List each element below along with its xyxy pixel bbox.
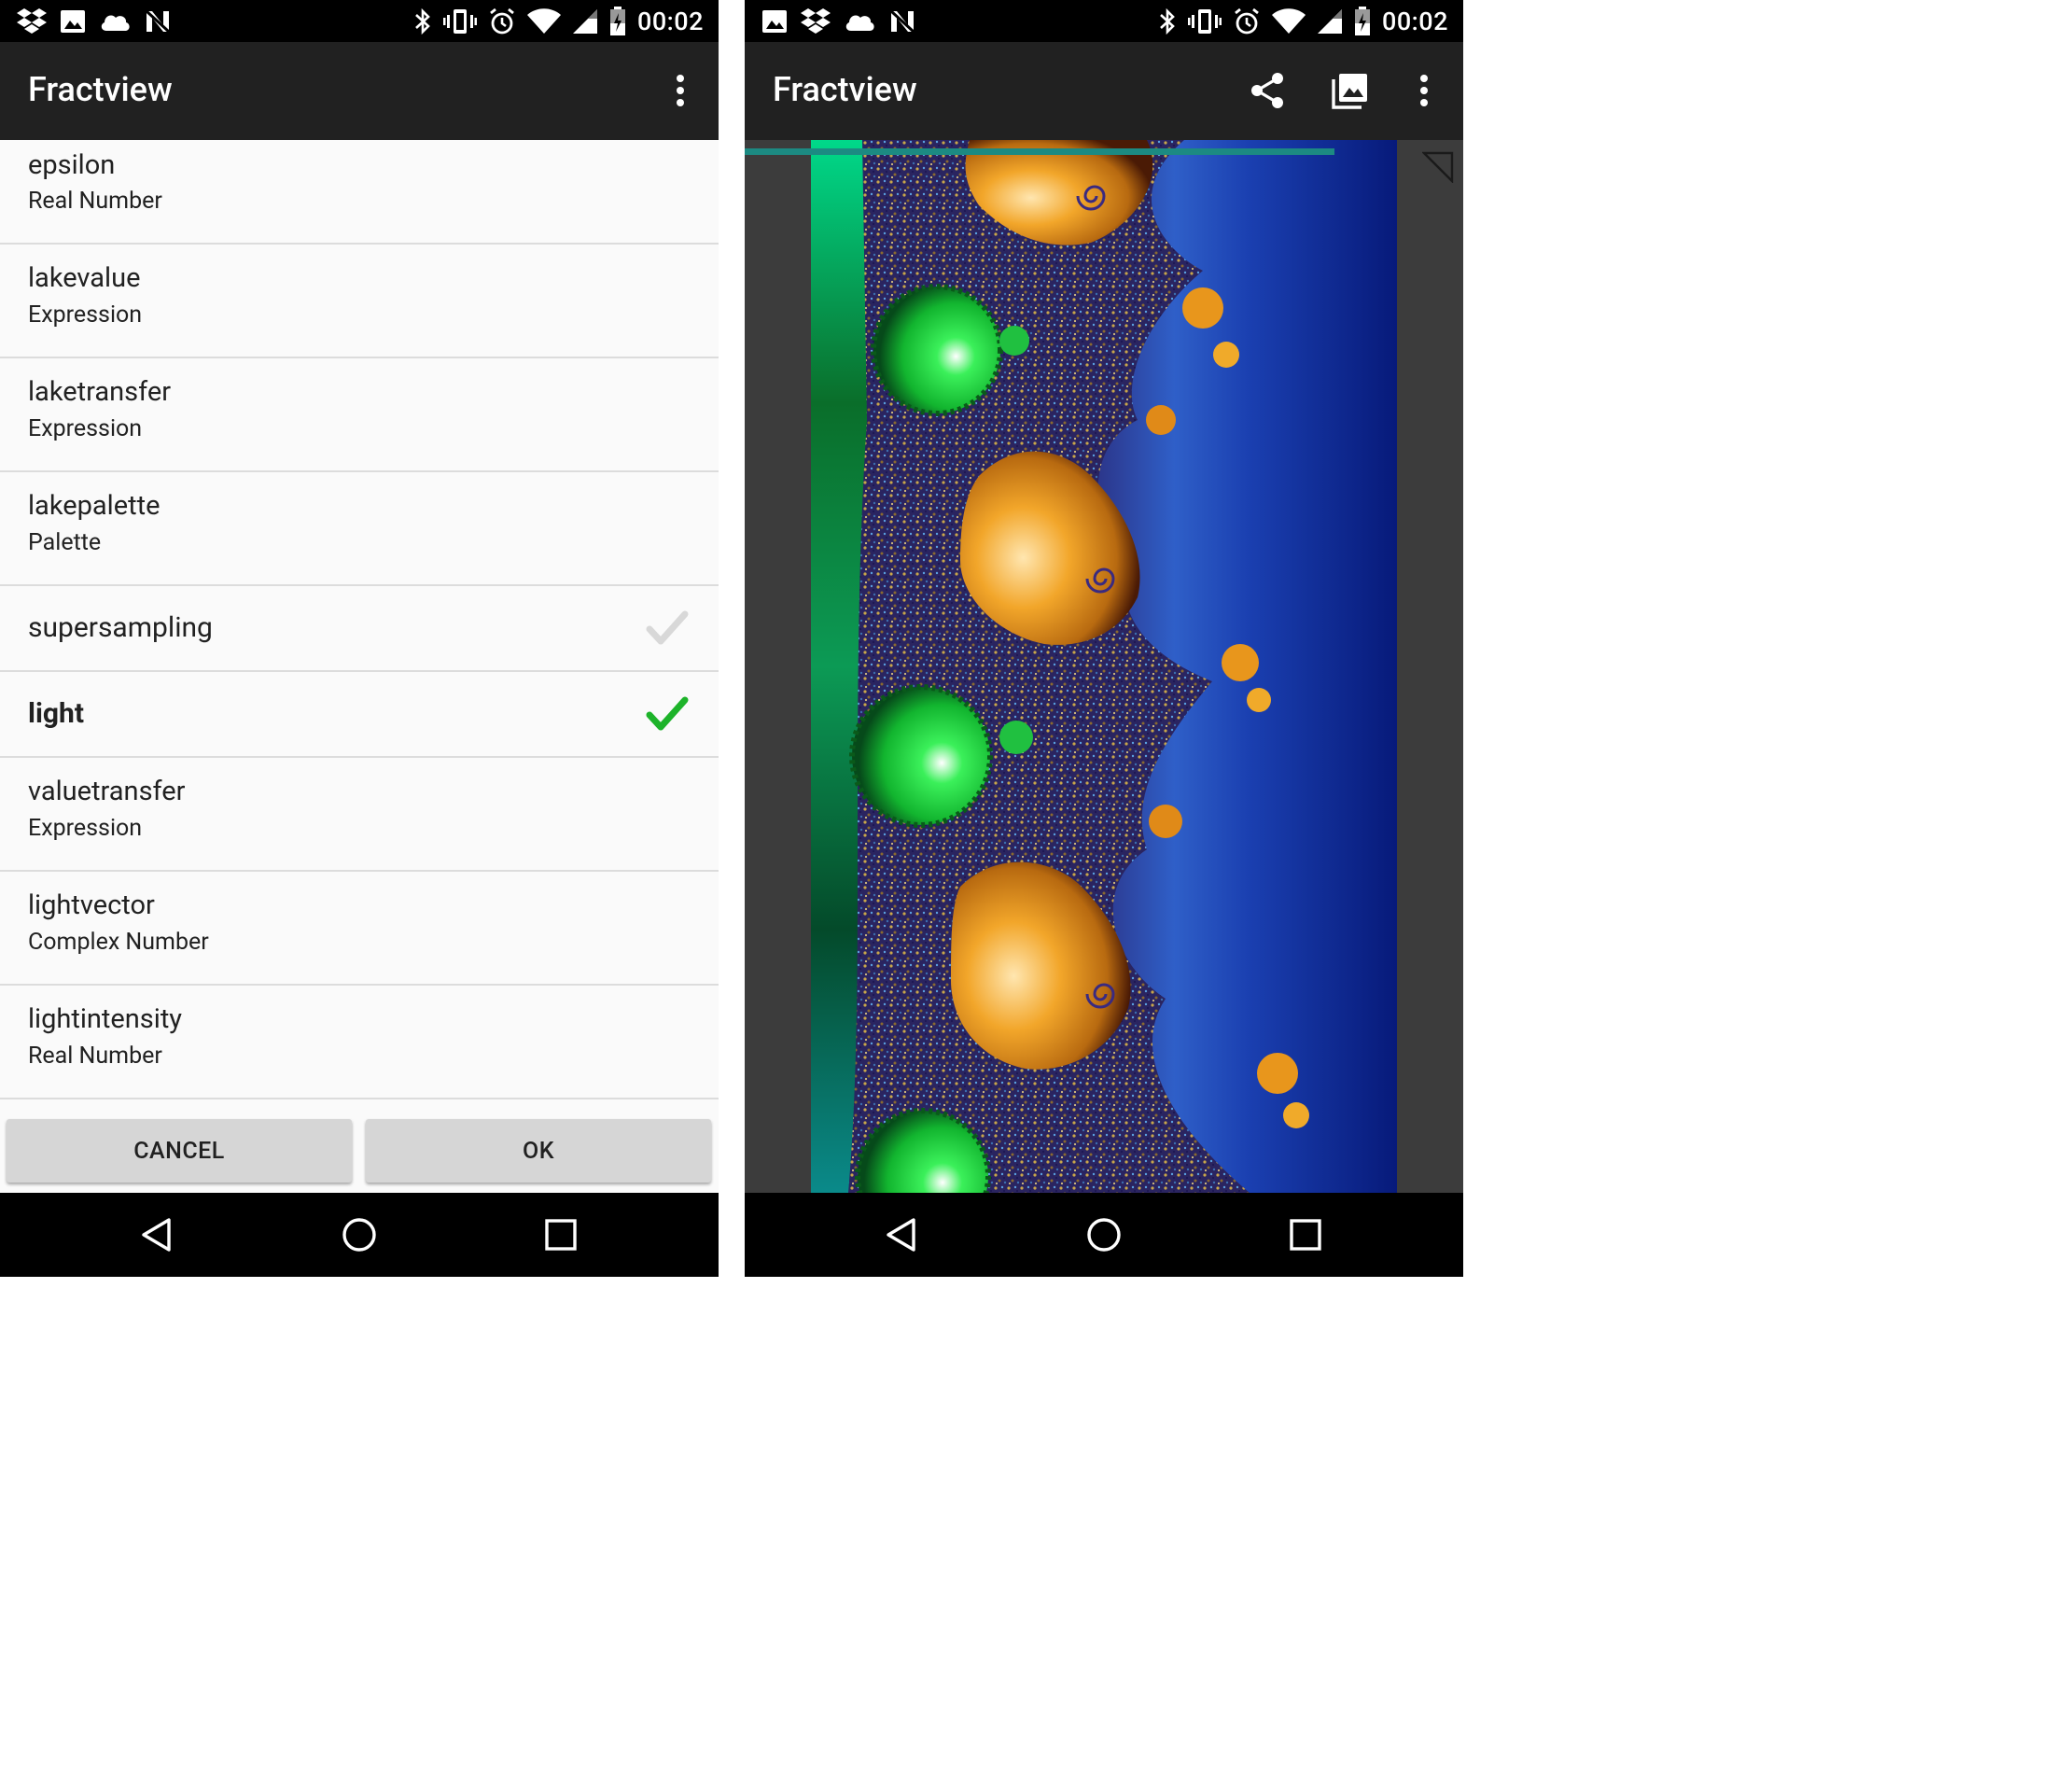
notification-icons xyxy=(17,5,172,38)
app-toolbar: Fractview xyxy=(0,42,719,140)
n-app-icon xyxy=(145,9,171,34)
parameter-row-lakepalette[interactable]: lakepalette Palette xyxy=(0,472,719,586)
right-screen: 00:02 Fractview xyxy=(745,0,1463,1277)
back-button[interactable] xyxy=(875,1209,928,1261)
cell-signal-icon xyxy=(572,9,597,34)
parameter-name: supersampling xyxy=(28,611,213,644)
parameter-name: epsilon xyxy=(28,149,116,181)
more-vert-icon xyxy=(1420,75,1428,106)
parameter-name: light xyxy=(28,697,84,730)
left-screen: 00:02 Fractview epsilon Real Number lake… xyxy=(0,0,719,1277)
home-circle-icon xyxy=(342,1218,376,1252)
share-button[interactable] xyxy=(1241,64,1293,117)
home-circle-icon xyxy=(1087,1218,1121,1252)
checkmark-icon-checked[interactable] xyxy=(646,693,689,735)
parameter-type: Expression xyxy=(28,415,143,442)
back-triangle-icon xyxy=(142,1218,171,1252)
system-icons: 00:02 xyxy=(1158,5,1448,38)
dropbox-icon xyxy=(801,8,831,34)
fractal-render xyxy=(811,140,1397,1193)
gallery-icon xyxy=(1332,74,1367,109)
navigation-bar xyxy=(0,1193,719,1277)
parameter-name: lakevalue xyxy=(28,262,141,294)
fractal-view[interactable] xyxy=(745,140,1463,1193)
wifi-icon xyxy=(1271,8,1306,34)
dropbox-icon xyxy=(17,8,47,34)
status-bar: 00:02 xyxy=(0,0,719,42)
clock-time: 00:02 xyxy=(636,7,704,36)
app-title: Fractview xyxy=(773,70,917,109)
system-icons: 00:02 xyxy=(413,5,704,38)
overflow-menu-button[interactable] xyxy=(1398,64,1450,117)
recents-square-icon xyxy=(545,1219,577,1251)
checkmark-icon-unchecked[interactable] xyxy=(646,607,689,650)
parameter-name: lightvector xyxy=(28,889,155,921)
image-notification-icon xyxy=(762,10,787,33)
n-app-icon xyxy=(889,9,915,34)
home-button[interactable] xyxy=(1078,1209,1130,1261)
battery-icon xyxy=(609,7,625,35)
parameter-type: Complex Number xyxy=(28,929,209,956)
share-icon xyxy=(1251,73,1283,108)
parameter-type: Real Number xyxy=(28,1043,162,1070)
cancel-button[interactable]: CANCEL xyxy=(7,1119,352,1183)
cloud-icon xyxy=(101,15,130,31)
parameter-name: valuetransfer xyxy=(28,776,186,807)
app-toolbar: Fractview xyxy=(745,42,1463,140)
vibrate-icon xyxy=(1187,9,1222,34)
fractal-image[interactable] xyxy=(811,140,1397,1193)
parameter-row-lightvector[interactable]: lightvector Complex Number xyxy=(0,872,719,986)
parameter-type: Real Number xyxy=(28,188,162,215)
dialog-button-bar: CANCEL OK xyxy=(0,1099,719,1193)
clock-time: 00:02 xyxy=(1381,7,1448,36)
parameter-row-valuetransfer[interactable]: valuetransfer Expression xyxy=(0,758,719,872)
gallery-button[interactable] xyxy=(1324,64,1376,117)
cell-signal-icon xyxy=(1317,9,1342,34)
alarm-icon xyxy=(490,7,514,35)
vibrate-icon xyxy=(442,9,477,34)
bluetooth-icon xyxy=(1160,7,1175,35)
parameter-name: lakepalette xyxy=(28,490,161,522)
back-triangle-icon xyxy=(887,1218,915,1252)
parameter-row-light[interactable]: light xyxy=(0,672,719,758)
parameter-row-lakevalue[interactable]: lakevalue Expression xyxy=(0,245,719,358)
notification-icons xyxy=(761,5,916,38)
more-vert-icon xyxy=(677,75,684,106)
home-button[interactable] xyxy=(333,1209,385,1261)
ok-button[interactable]: OK xyxy=(366,1119,711,1183)
cloud-icon xyxy=(845,15,874,31)
render-progress-bar xyxy=(745,148,1334,155)
bluetooth-icon xyxy=(415,7,430,35)
alarm-icon xyxy=(1235,7,1259,35)
parameter-row-laketransfer[interactable]: laketransfer Expression xyxy=(0,358,719,472)
parameter-type: Palette xyxy=(28,529,102,556)
recents-button[interactable] xyxy=(535,1209,587,1261)
image-notification-icon xyxy=(61,10,85,33)
parameter-name: lightintensity xyxy=(28,1003,183,1035)
wifi-icon xyxy=(526,8,561,34)
parameter-row-supersampling[interactable]: supersampling xyxy=(0,586,719,672)
resize-corner-icon[interactable] xyxy=(1422,149,1456,183)
parameter-row-epsilon[interactable]: epsilon Real Number xyxy=(0,140,719,245)
parameter-type: Expression xyxy=(28,301,143,329)
overflow-menu-button[interactable] xyxy=(654,64,706,117)
parameter-name: laketransfer xyxy=(28,376,172,408)
recents-square-icon xyxy=(1290,1219,1321,1251)
parameter-list: epsilon Real Number lakevalue Expression… xyxy=(0,140,719,1099)
navigation-bar xyxy=(745,1193,1463,1277)
back-button[interactable] xyxy=(131,1209,183,1261)
status-bar: 00:02 xyxy=(745,0,1463,42)
recents-button[interactable] xyxy=(1279,1209,1332,1261)
battery-icon xyxy=(1354,7,1370,35)
parameter-type: Expression xyxy=(28,815,143,842)
parameter-row-lightintensity[interactable]: lightintensity Real Number xyxy=(0,986,719,1099)
app-title: Fractview xyxy=(28,70,173,109)
